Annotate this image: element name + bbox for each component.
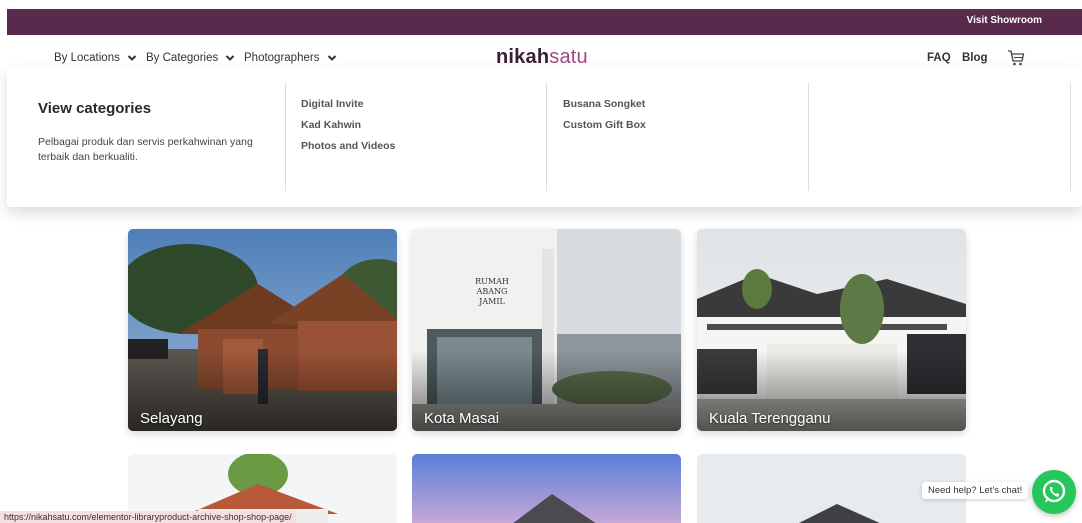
category-link-busana-songket[interactable]: Busana Songket [563,98,646,119]
chat-tooltip[interactable]: Need help? Let's chat! [922,482,1029,499]
category-link-kad-kahwin[interactable]: Kad Kahwin [301,119,395,140]
nav-photographers-label: Photographers [244,52,320,64]
selayang-photo [128,229,397,431]
category-link-custom-gift-box[interactable]: Custom Gift Box [563,119,646,140]
nav-faq[interactable]: FAQ [927,52,951,64]
category-link-digital-invite[interactable]: Digital Invite [301,98,395,119]
location-card[interactable] [412,454,681,523]
logo-text-nikah: nikah [496,46,550,68]
nav-by-categories-label: By Categories [146,52,219,64]
chevron-down-icon [127,55,137,61]
mega-menu-description: Pelbagai produk dan servis perkahwinan y… [38,136,253,163]
location-photo [412,454,681,523]
chevron-down-icon [226,55,235,61]
category-link-photos-videos[interactable]: Photos and Videos [301,140,395,161]
whatsapp-chat-button[interactable] [1032,470,1076,514]
categories-mega-menu: View categories Pelbagai produk dan serv… [7,67,1082,207]
top-bar: Visit Showroom [7,9,1082,35]
location-name: Kota Masai [424,410,500,427]
site-logo[interactable]: nikahsatu [496,46,588,69]
column-divider [285,83,286,191]
nav-photographers[interactable]: Photographers [244,52,337,64]
location-card-kota-masai[interactable]: RUMAH ABANG JAMIL Kota Masai [412,229,681,431]
column-divider [1070,83,1071,191]
column-divider [546,83,547,191]
location-name: Kuala Terengganu [709,410,831,427]
kota-masai-photo: RUMAH ABANG JAMIL [412,229,681,431]
nav-by-locations-label: By Locations [54,52,120,64]
nav-by-categories[interactable]: By Categories [146,52,235,64]
column-divider [808,83,809,191]
cart-icon[interactable] [1007,49,1025,67]
kuala-terengganu-photo [697,229,966,431]
location-name: Selayang [140,410,203,427]
logo-text-satu: satu [549,46,588,68]
chevron-down-icon [327,55,336,61]
mega-menu-title: View categories [38,100,152,117]
nav-blog[interactable]: Blog [962,52,988,64]
status-bar-url: https://nikahsatu.com/elementor-libraryp… [0,511,296,523]
location-card-kuala-terengganu[interactable]: Kuala Terengganu [697,229,966,431]
whatsapp-icon [1042,479,1066,503]
visit-showroom-link[interactable]: Visit Showroom [967,15,1042,26]
category-column-2: Busana Songket Custom Gift Box [563,98,646,140]
category-column-1: Digital Invite Kad Kahwin Photos and Vid… [301,98,395,161]
location-card-selayang[interactable]: Selayang [128,229,397,431]
nav-by-locations[interactable]: By Locations [54,52,137,64]
